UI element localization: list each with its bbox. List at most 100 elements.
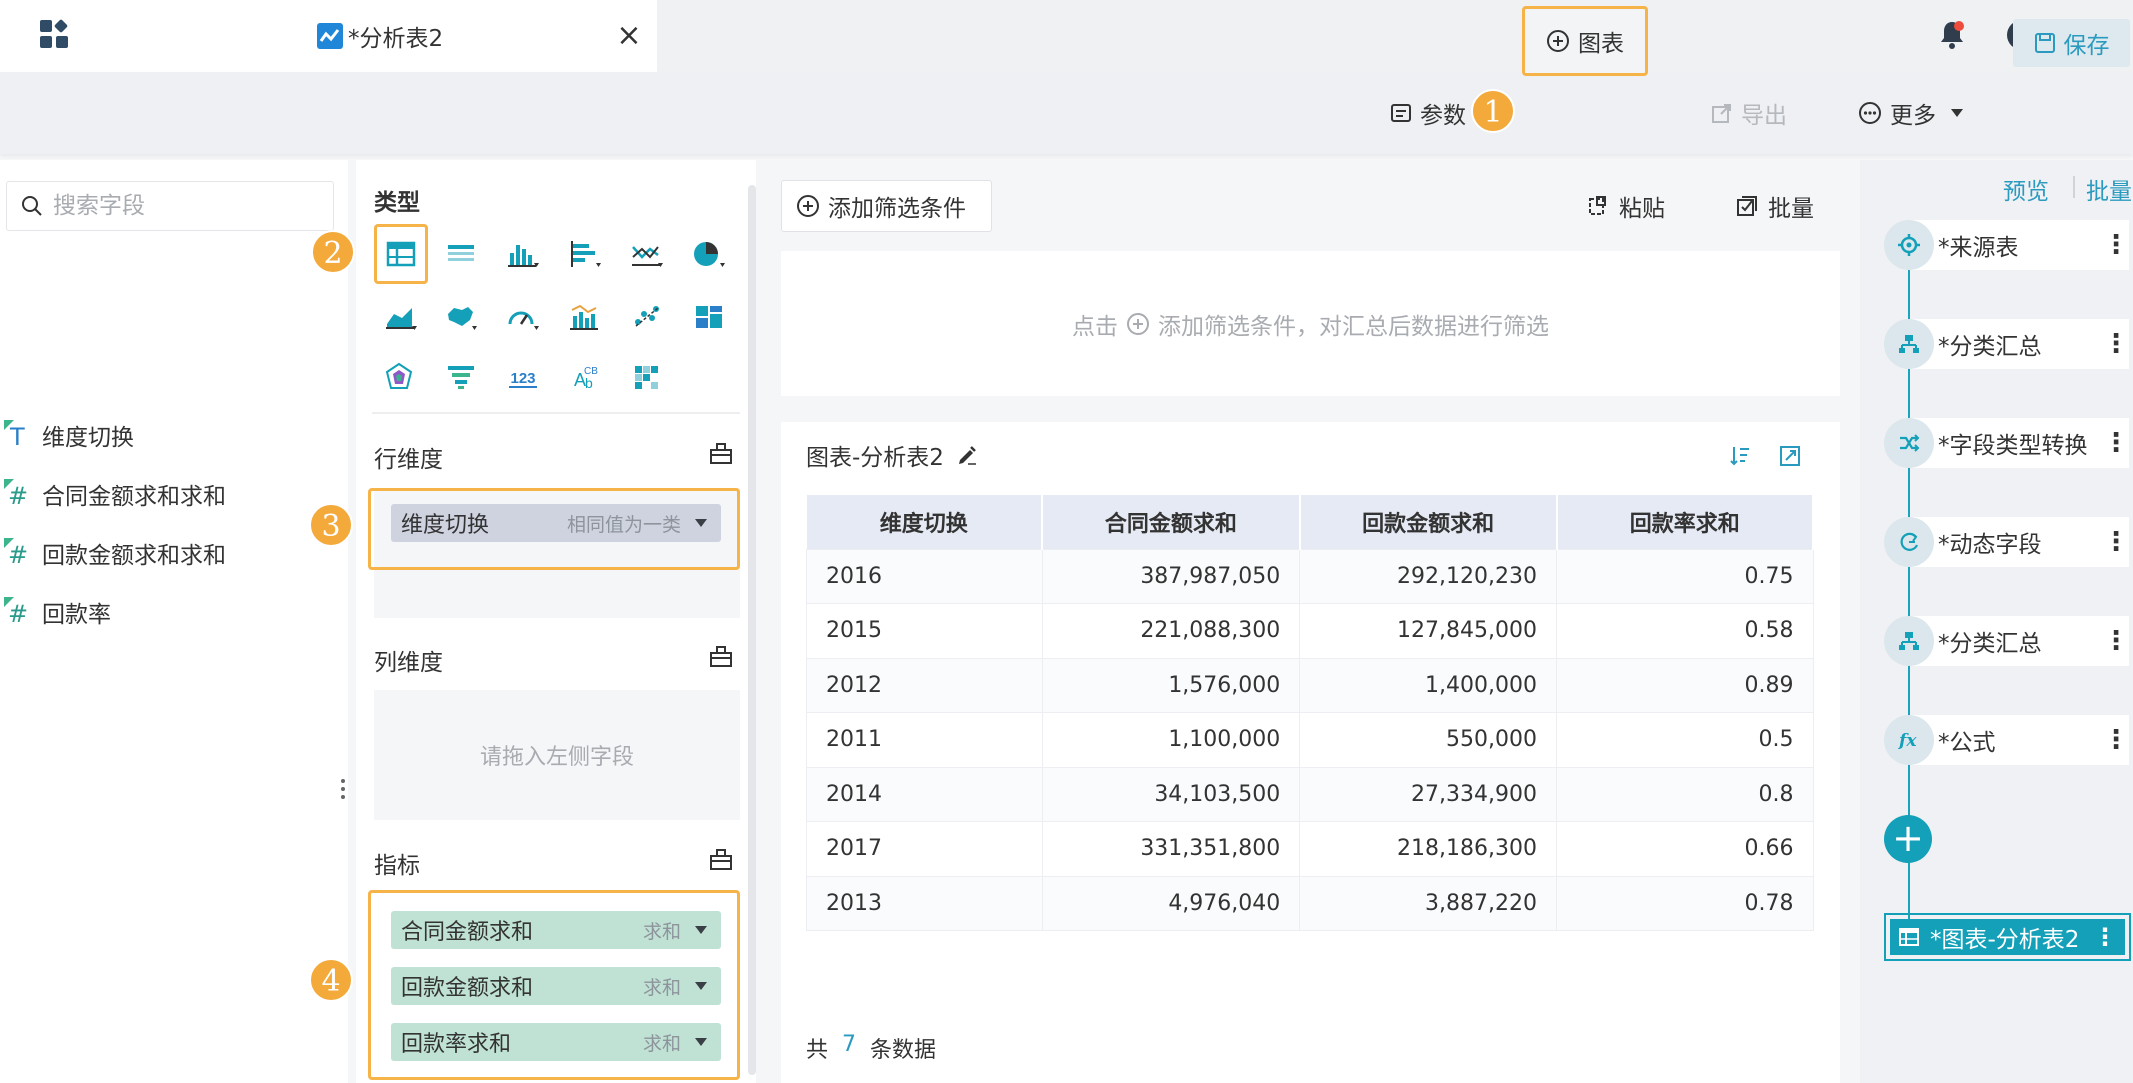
batch-link[interactable]: 批量 <box>2086 172 2132 206</box>
flow-node-chart[interactable]: *图表-分析表2 ⋮ <box>1884 913 2131 961</box>
table-row: 2011 1,100,000 550,000 0.5 <box>806 712 1814 768</box>
metric-pill[interactable]: 回款金额求和 求和 <box>391 967 721 1005</box>
horizontal-bar-type-icon[interactable] <box>561 230 609 278</box>
column-header[interactable]: 维度切换 <box>806 495 1044 549</box>
add-chart-button[interactable]: 图表 <box>1522 6 1648 76</box>
metrics-title: 指标 <box>374 853 420 879</box>
radar-type-icon[interactable] <box>377 353 425 401</box>
heatmap-type-icon[interactable] <box>623 353 671 401</box>
bell-icon[interactable] <box>1929 12 1975 58</box>
dropdown-arrow-icon[interactable] <box>695 926 707 934</box>
more-vertical-icon[interactable]: ⋮ <box>2103 430 2129 456</box>
dropdown-arrow-icon[interactable] <box>695 519 707 527</box>
metric-pill[interactable]: 回款率求和 求和 <box>391 1023 721 1061</box>
detail-table-type-icon[interactable] <box>437 230 485 278</box>
tab-analysis[interactable]: *分析表2 × <box>294 0 657 72</box>
table-type-icon[interactable] <box>377 230 425 278</box>
svg-text:T: T <box>9 423 25 450</box>
svg-text:fx: fx <box>1898 731 1917 751</box>
add-step-button[interactable]: + <box>1884 815 1932 863</box>
resize-handle[interactable] <box>340 778 346 800</box>
more-vertical-icon[interactable]: ⋮ <box>2103 628 2129 654</box>
dynamic-icon <box>1884 517 1934 567</box>
formula-icon: fx <box>1884 715 1934 765</box>
group-icon <box>1884 319 1934 369</box>
flow-node-formula[interactable]: fx *公式 ⋮ <box>1884 713 2133 767</box>
flow-node-group[interactable]: *分类汇总 ⋮ <box>1884 317 2133 371</box>
dashboard-type-icon[interactable] <box>685 293 733 341</box>
more-vertical-icon[interactable]: ⋮ <box>2103 232 2129 258</box>
dropdown-arrow-icon[interactable] <box>695 982 707 990</box>
data-table: 维度切换 合同金额求和 回款金额求和 回款率求和 2016 387,987,05… <box>806 495 1815 931</box>
pie-chart-type-icon[interactable] <box>685 230 733 278</box>
search-icon <box>21 195 43 217</box>
step-marker-2: 2 <box>311 230 355 274</box>
more-menu-button[interactable]: 更多 <box>1858 72 1964 154</box>
flow-node-dynamic[interactable]: *动态字段 ⋮ <box>1884 515 2133 569</box>
map-type-icon[interactable] <box>437 293 485 341</box>
column-header[interactable]: 合同金额求和 <box>1042 495 1301 549</box>
flow-node-source[interactable]: *来源表 ⋮ <box>1884 218 2133 272</box>
gauge-type-icon[interactable] <box>499 293 547 341</box>
preview-link[interactable]: 预览 <box>2003 172 2049 206</box>
metric-pill[interactable]: 合同金额求和 求和 <box>391 911 721 949</box>
more-vertical-icon[interactable]: ⋮ <box>2103 727 2129 753</box>
column-dimension-dropzone[interactable]: 请拖入左侧字段 <box>374 690 740 820</box>
clear-icon[interactable] <box>708 643 734 669</box>
table-header-row: 维度切换 合同金额求和 回款金额求和 回款率求和 <box>806 495 1815 549</box>
params-button[interactable]: 参数 <box>1390 72 1466 154</box>
home-area <box>0 0 294 72</box>
line-chart-type-icon[interactable] <box>623 230 671 278</box>
clear-icon[interactable] <box>708 846 734 872</box>
svg-text:#: # <box>8 482 28 509</box>
table-row: 2013 4,976,040 3,887,220 0.78 <box>806 875 1814 931</box>
step-marker-1: 1 <box>1471 89 1515 133</box>
field-item-rate[interactable]: # 回款率 <box>0 590 340 634</box>
paste-button[interactable]: 粘贴 <box>1587 180 1665 232</box>
more-vertical-icon[interactable]: ⋮ <box>2093 923 2117 951</box>
tab-title: *分析表2 <box>348 26 444 52</box>
more-vertical-icon[interactable]: ⋮ <box>2103 331 2129 357</box>
batch-filter-button[interactable]: 批量 <box>1736 180 1814 232</box>
field-item-contract[interactable]: # 合同金额求和求和 <box>0 472 340 516</box>
scatter-type-icon[interactable] <box>623 293 671 341</box>
sort-icon[interactable] <box>1724 440 1756 472</box>
kpi-number-type-icon[interactable]: 123 <box>499 353 547 401</box>
close-tab-button[interactable]: × <box>611 18 647 54</box>
fullscreen-icon[interactable] <box>1774 440 1806 472</box>
column-header[interactable]: 回款率求和 <box>1556 495 1815 549</box>
export-button[interactable]: 导出 <box>1711 72 1787 154</box>
field-item-dimension[interactable]: T 维度切换 <box>0 413 340 457</box>
plus-circle-icon <box>1546 29 1570 53</box>
dropdown-arrow-icon[interactable] <box>695 1038 707 1046</box>
field-panel: T 维度切换 # 合同金额求和求和 # 回款金额求和求和 # 回款率 <box>0 160 348 1083</box>
search-input[interactable] <box>53 193 303 219</box>
row-dimension-pill[interactable]: 维度切换 相同值为一类 <box>391 504 721 542</box>
chart-title: 图表-分析表2 <box>806 438 978 472</box>
edit-icon[interactable] <box>956 444 978 466</box>
combo-chart-type-icon[interactable] <box>561 293 609 341</box>
config-scrollbar[interactable] <box>748 185 756 1075</box>
divider <box>2073 176 2075 198</box>
svg-text:123: 123 <box>510 370 535 387</box>
row-dimension-title: 行维度 <box>374 447 443 473</box>
add-filter-button[interactable]: 添加筛选条件 <box>781 180 992 232</box>
flow-node-group[interactable]: *分类汇总 ⋮ <box>1884 614 2133 668</box>
flow-node-type-convert[interactable]: *字段类型转换 ⋮ <box>1884 416 2133 470</box>
bar-chart-type-icon[interactable] <box>499 230 547 278</box>
more-vertical-icon[interactable]: ⋮ <box>2103 529 2129 555</box>
apps-icon[interactable] <box>38 18 70 50</box>
save-button[interactable]: 保存 <box>2013 19 2130 67</box>
funnel-type-icon[interactable] <box>437 353 485 401</box>
field-item-payment[interactable]: # 回款金额求和求和 <box>0 531 340 575</box>
group-icon <box>1884 616 1934 666</box>
field-search[interactable] <box>6 181 334 231</box>
save-icon <box>2034 32 2056 54</box>
word-cloud-type-icon[interactable]: Ab CB <box>561 353 609 401</box>
table-row: 2016 387,987,050 292,120,230 0.75 <box>806 548 1814 604</box>
clear-icon[interactable] <box>708 440 734 466</box>
filter-area[interactable]: 点击 添加筛选条件，对汇总后数据进行筛选 <box>781 251 1840 396</box>
area-chart-type-icon[interactable] <box>377 293 425 341</box>
column-header[interactable]: 回款金额求和 <box>1299 495 1558 549</box>
type-section-title: 类型 <box>374 190 420 216</box>
